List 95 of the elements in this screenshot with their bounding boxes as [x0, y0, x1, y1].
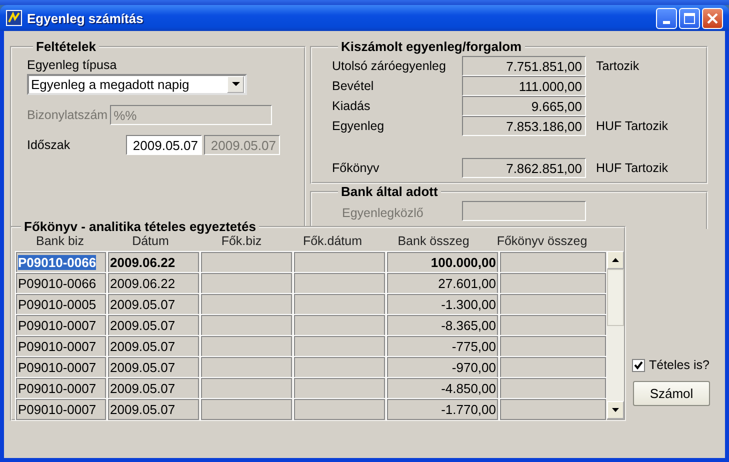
- field-label: Egyenleg: [332, 119, 386, 133]
- table-cell[interactable]: [499, 377, 607, 400]
- column-header: Dátum: [131, 234, 170, 250]
- group-title: Főkönyv - analitika tételes egyeztetés: [23, 219, 257, 234]
- amount-field: 7.751.851,00: [462, 56, 586, 76]
- table-cell[interactable]: 2009.05.07: [107, 398, 200, 421]
- table-cell[interactable]: [499, 398, 607, 421]
- field-label: Kiadás: [332, 99, 372, 113]
- table-cell[interactable]: [499, 314, 607, 337]
- table-cell[interactable]: [293, 251, 386, 274]
- table-cell[interactable]: [499, 293, 607, 316]
- column-header: Főkönyv összeg: [496, 234, 588, 250]
- table-cell[interactable]: 2009.05.07: [107, 314, 200, 337]
- table-cell[interactable]: 27.601,00: [386, 272, 499, 295]
- field-label: Időszak: [27, 138, 72, 152]
- scroll-thumb[interactable]: [607, 269, 624, 326]
- table-cell[interactable]: -8.365,00: [386, 314, 499, 337]
- amount-field: 9.665,00: [462, 96, 586, 116]
- table-cell[interactable]: P09010-0007: [15, 377, 107, 400]
- table-cell[interactable]: 2009.05.07: [107, 356, 200, 379]
- close-icon: [707, 12, 718, 24]
- minimize-button[interactable]: [656, 8, 677, 28]
- table-cell[interactable]: P09010-0007: [15, 335, 107, 358]
- amount-field: 7.853.186,00: [462, 116, 586, 136]
- itemized-checkbox[interactable]: [632, 358, 645, 372]
- table-cell[interactable]: [200, 251, 293, 274]
- column-header: Fők.dátum: [302, 234, 364, 250]
- table-cell[interactable]: [293, 356, 386, 379]
- field-suffix: Tartozik: [596, 59, 640, 73]
- close-button[interactable]: [702, 8, 723, 28]
- field-label: Bizonylatszám: [27, 108, 108, 122]
- checkbox-label: Tételes is?: [649, 358, 710, 372]
- table-cell[interactable]: 2009.06.22: [107, 272, 200, 295]
- table-cell[interactable]: [200, 293, 293, 316]
- maximize-button[interactable]: [679, 8, 700, 28]
- table-cell[interactable]: P09010-0005: [15, 293, 107, 316]
- window-title: Egyenleg számítás: [27, 10, 144, 26]
- group-title: Kiszámolt egyenleg/forgalom: [340, 39, 523, 54]
- table-cell[interactable]: P09010-0007: [15, 314, 107, 337]
- field-label: Egyenleg típusa: [27, 58, 118, 72]
- minimize-icon: [663, 20, 670, 24]
- table-cell[interactable]: [200, 377, 293, 400]
- field-suffix: HUF Tartozik: [596, 161, 668, 175]
- table-cell[interactable]: [499, 356, 607, 379]
- table-cell[interactable]: [200, 356, 293, 379]
- table-cell[interactable]: P09010-0066: [15, 272, 107, 295]
- table-cell[interactable]: [293, 272, 386, 295]
- table-cell[interactable]: [499, 251, 607, 274]
- table-cell[interactable]: -4.850,00: [386, 377, 499, 400]
- table-cell[interactable]: [200, 335, 293, 358]
- table-cell[interactable]: [293, 377, 386, 400]
- table-cell[interactable]: P09010-0007: [15, 356, 107, 379]
- table-cell[interactable]: [499, 272, 607, 295]
- table-cell[interactable]: [200, 314, 293, 337]
- field-label: Bevétel: [332, 79, 375, 93]
- scroll-up-button[interactable]: [607, 251, 624, 269]
- maximize-icon: [684, 12, 695, 24]
- table-cell[interactable]: -970,00: [386, 356, 499, 379]
- amount-field: 7.862.851,00: [462, 158, 586, 178]
- field-suffix: HUF Tartozik: [596, 119, 668, 133]
- table-cell[interactable]: 2009.05.07: [107, 293, 200, 316]
- scrollbar[interactable]: [607, 251, 624, 419]
- balance-type-dropdown[interactable]: Egyenleg a megadott napig: [27, 74, 247, 95]
- field-label: Utolsó záróegyenleg: [332, 59, 447, 73]
- table-cell[interactable]: -1.770,00: [386, 398, 499, 421]
- table-cell[interactable]: -1.300,00: [386, 293, 499, 316]
- table-cell[interactable]: [293, 293, 386, 316]
- column-header: Bank összeg: [396, 234, 470, 250]
- table-cell[interactable]: 2009.06.22: [107, 251, 200, 274]
- statement-field[interactable]: [462, 201, 586, 221]
- table-cell[interactable]: [200, 272, 293, 295]
- table-cell[interactable]: -775,00: [386, 335, 499, 358]
- table-cell[interactable]: 2009.05.07: [107, 377, 200, 400]
- field-label: Főkönyv: [332, 161, 380, 175]
- app-icon: [6, 10, 22, 26]
- column-header: Bank biz: [35, 234, 85, 250]
- table-cell[interactable]: [200, 398, 293, 421]
- table-cell[interactable]: P09010-0007: [15, 398, 107, 421]
- field-label: Egyenlegközlő: [342, 206, 424, 220]
- table-cell[interactable]: [499, 335, 607, 358]
- column-header: Fők.biz: [220, 234, 263, 250]
- amount-field: 111.000,00: [462, 76, 586, 96]
- group-title: Bank által adott: [340, 184, 439, 199]
- table-cell[interactable]: P09010-0066: [15, 251, 107, 274]
- scroll-down-button[interactable]: [607, 401, 624, 419]
- table-cell[interactable]: [293, 335, 386, 358]
- table-cell[interactable]: 100.000,00: [386, 251, 499, 274]
- up-arrow-icon: [612, 258, 619, 262]
- group-title: Feltételek: [35, 39, 97, 54]
- table-cell[interactable]: [293, 398, 386, 421]
- table-cell[interactable]: [293, 314, 386, 337]
- date-field[interactable]: 2009.05.07: [126, 135, 202, 155]
- table-cell[interactable]: 2009.05.07: [107, 335, 200, 358]
- down-arrow-icon: [612, 408, 619, 412]
- calculate-button[interactable]: Számol: [633, 381, 710, 406]
